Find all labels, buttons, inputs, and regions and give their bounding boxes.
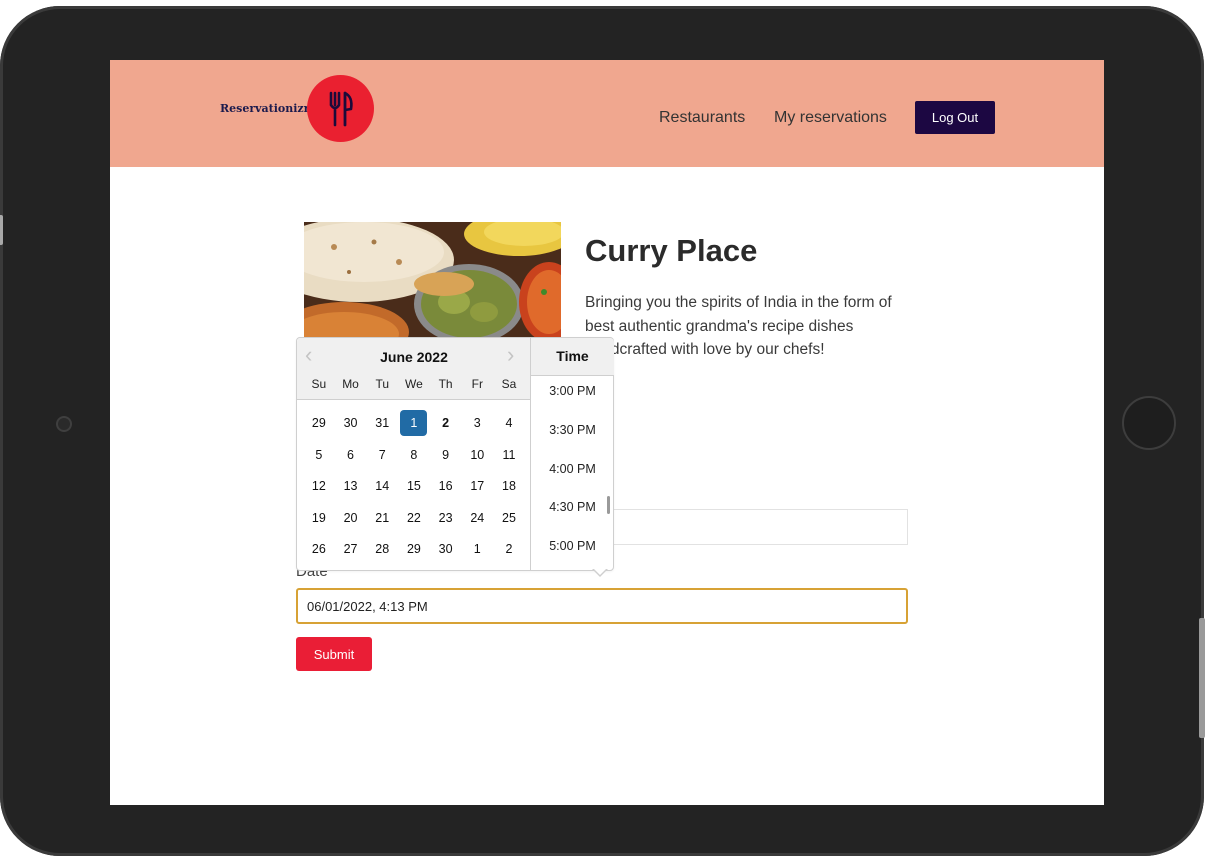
calendar-week-row: 29 30 31 1 2 3 4 bbox=[303, 410, 525, 442]
time-option[interactable]: 3:00 PM bbox=[531, 376, 614, 415]
calendar-day[interactable]: 19 bbox=[305, 505, 332, 531]
calendar-day[interactable]: 5 bbox=[305, 442, 332, 468]
calendar-day[interactable]: 7 bbox=[369, 442, 396, 468]
restaurant-name: Curry Place bbox=[585, 233, 758, 268]
calendar-day[interactable]: 29 bbox=[400, 536, 427, 562]
screen: Reservationizr Restaurants My reservatio… bbox=[110, 60, 1104, 805]
calendar-day[interactable]: 6 bbox=[337, 442, 364, 468]
weekday-row: Su Mo Tu We Th Fr Sa bbox=[303, 377, 525, 391]
weekday-label: Th bbox=[438, 377, 453, 391]
calendar-day[interactable]: 13 bbox=[337, 473, 364, 499]
date-input[interactable] bbox=[296, 588, 908, 624]
restaurant-description: Bringing you the spirits of India in the… bbox=[585, 294, 892, 358]
calendar-day[interactable]: 27 bbox=[337, 536, 364, 562]
calendar-day[interactable]: 24 bbox=[464, 505, 491, 531]
calendar-day[interactable]: 25 bbox=[495, 505, 522, 531]
nav-my-reservations-link[interactable]: My reservations bbox=[774, 109, 887, 127]
time-header: Time bbox=[531, 338, 614, 376]
calendar-day[interactable]: 10 bbox=[464, 442, 491, 468]
weekday-label: Fr bbox=[471, 377, 483, 391]
datepicker-popup: ‹ June 2022 › Su Mo Tu We Th Fr Sa 29 30 31 1 2 3 4 5… bbox=[296, 337, 614, 577]
calendar-day[interactable]: 3 bbox=[464, 410, 491, 436]
time-column: Time 3:00 PM 3:30 PM 4:00 PM 4:30 PM 5:00 PM bbox=[530, 338, 614, 570]
calendar-day[interactable]: 20 bbox=[337, 505, 364, 531]
calendar-day[interactable]: 2 bbox=[495, 536, 522, 562]
calendar: ‹ June 2022 › Su Mo Tu We Th Fr Sa 29 30 31 1 2 3 4 5… bbox=[297, 338, 531, 570]
nav-restaurants-link[interactable]: Restaurants bbox=[659, 109, 745, 127]
calendar-day[interactable]: 14 bbox=[369, 473, 396, 499]
restaurant-image bbox=[304, 222, 561, 342]
time-option[interactable]: 3:30 PM bbox=[531, 415, 614, 454]
time-option[interactable]: 4:00 PM bbox=[531, 454, 614, 493]
calendar-week-row: 26 27 28 29 30 1 2 bbox=[303, 536, 525, 568]
camera-icon bbox=[58, 418, 70, 430]
submit-button[interactable]: Submit bbox=[296, 637, 372, 671]
calendar-day[interactable]: 17 bbox=[464, 473, 491, 499]
calendar-day[interactable]: 26 bbox=[305, 536, 332, 562]
time-list[interactable]: 3:00 PM 3:30 PM 4:00 PM 4:30 PM 5:00 PM bbox=[531, 376, 614, 570]
weekday-label: Su bbox=[311, 377, 327, 391]
calendar-day[interactable]: 23 bbox=[432, 505, 459, 531]
calendar-week-row: 19 20 21 22 23 24 25 bbox=[303, 505, 525, 537]
calendar-day[interactable]: 31 bbox=[369, 410, 396, 436]
time-scrollbar[interactable] bbox=[607, 496, 610, 514]
calendar-day-today[interactable]: 2 bbox=[432, 410, 459, 436]
weekday-label: We bbox=[405, 377, 423, 391]
calendar-day[interactable]: 30 bbox=[337, 410, 364, 436]
fork-knife-icon bbox=[329, 91, 353, 127]
weekday-label: Sa bbox=[501, 377, 517, 391]
weekday-label: Tu bbox=[375, 377, 389, 391]
header: Reservationizr Restaurants My reservatio… bbox=[110, 60, 1104, 167]
calendar-day[interactable]: 16 bbox=[432, 473, 459, 499]
calendar-day[interactable]: 11 bbox=[495, 442, 522, 468]
weekday-label: Mo bbox=[342, 377, 359, 391]
calendar-week-row: 5 6 7 8 9 10 11 bbox=[303, 442, 525, 474]
next-month-icon[interactable]: › bbox=[507, 344, 514, 366]
calendar-day[interactable]: 4 bbox=[495, 410, 522, 436]
calendar-day[interactable]: 12 bbox=[305, 473, 332, 499]
time-option[interactable]: 5:00 PM bbox=[531, 531, 614, 570]
calendar-header: ‹ June 2022 › Su Mo Tu We Th Fr Sa bbox=[297, 338, 531, 400]
brand-name[interactable]: Reservationizr bbox=[220, 102, 309, 115]
calendar-day[interactable]: 1 bbox=[464, 536, 491, 562]
side-button bbox=[1199, 618, 1205, 738]
calendar-day[interactable]: 28 bbox=[369, 536, 396, 562]
calendar-day[interactable]: 21 bbox=[369, 505, 396, 531]
calendar-day-selected[interactable]: 1 bbox=[400, 410, 428, 436]
calendar-day[interactable]: 30 bbox=[432, 536, 459, 562]
logout-button[interactable]: Log Out bbox=[915, 101, 995, 134]
calendar-day[interactable]: 15 bbox=[400, 473, 427, 499]
logo[interactable] bbox=[307, 75, 374, 142]
popup-arrow-fill bbox=[593, 568, 607, 575]
volume-button bbox=[0, 215, 3, 245]
calendar-day[interactable]: 8 bbox=[400, 442, 427, 468]
day-grid: 29 30 31 1 2 3 4 5 6 7 8 9 10 11 12 13 14 15 16 17 18 19 20 21 2… bbox=[303, 410, 525, 568]
calendar-week-row: 12 13 14 15 16 17 18 bbox=[303, 473, 525, 505]
month-label: June 2022 bbox=[380, 349, 448, 365]
calendar-day[interactable]: 22 bbox=[400, 505, 427, 531]
time-option[interactable]: 4:30 PM bbox=[531, 492, 614, 531]
calendar-day[interactable]: 18 bbox=[495, 473, 522, 499]
calendar-day[interactable]: 9 bbox=[432, 442, 459, 468]
home-button[interactable] bbox=[1122, 396, 1176, 450]
calendar-day[interactable]: 29 bbox=[305, 410, 332, 436]
